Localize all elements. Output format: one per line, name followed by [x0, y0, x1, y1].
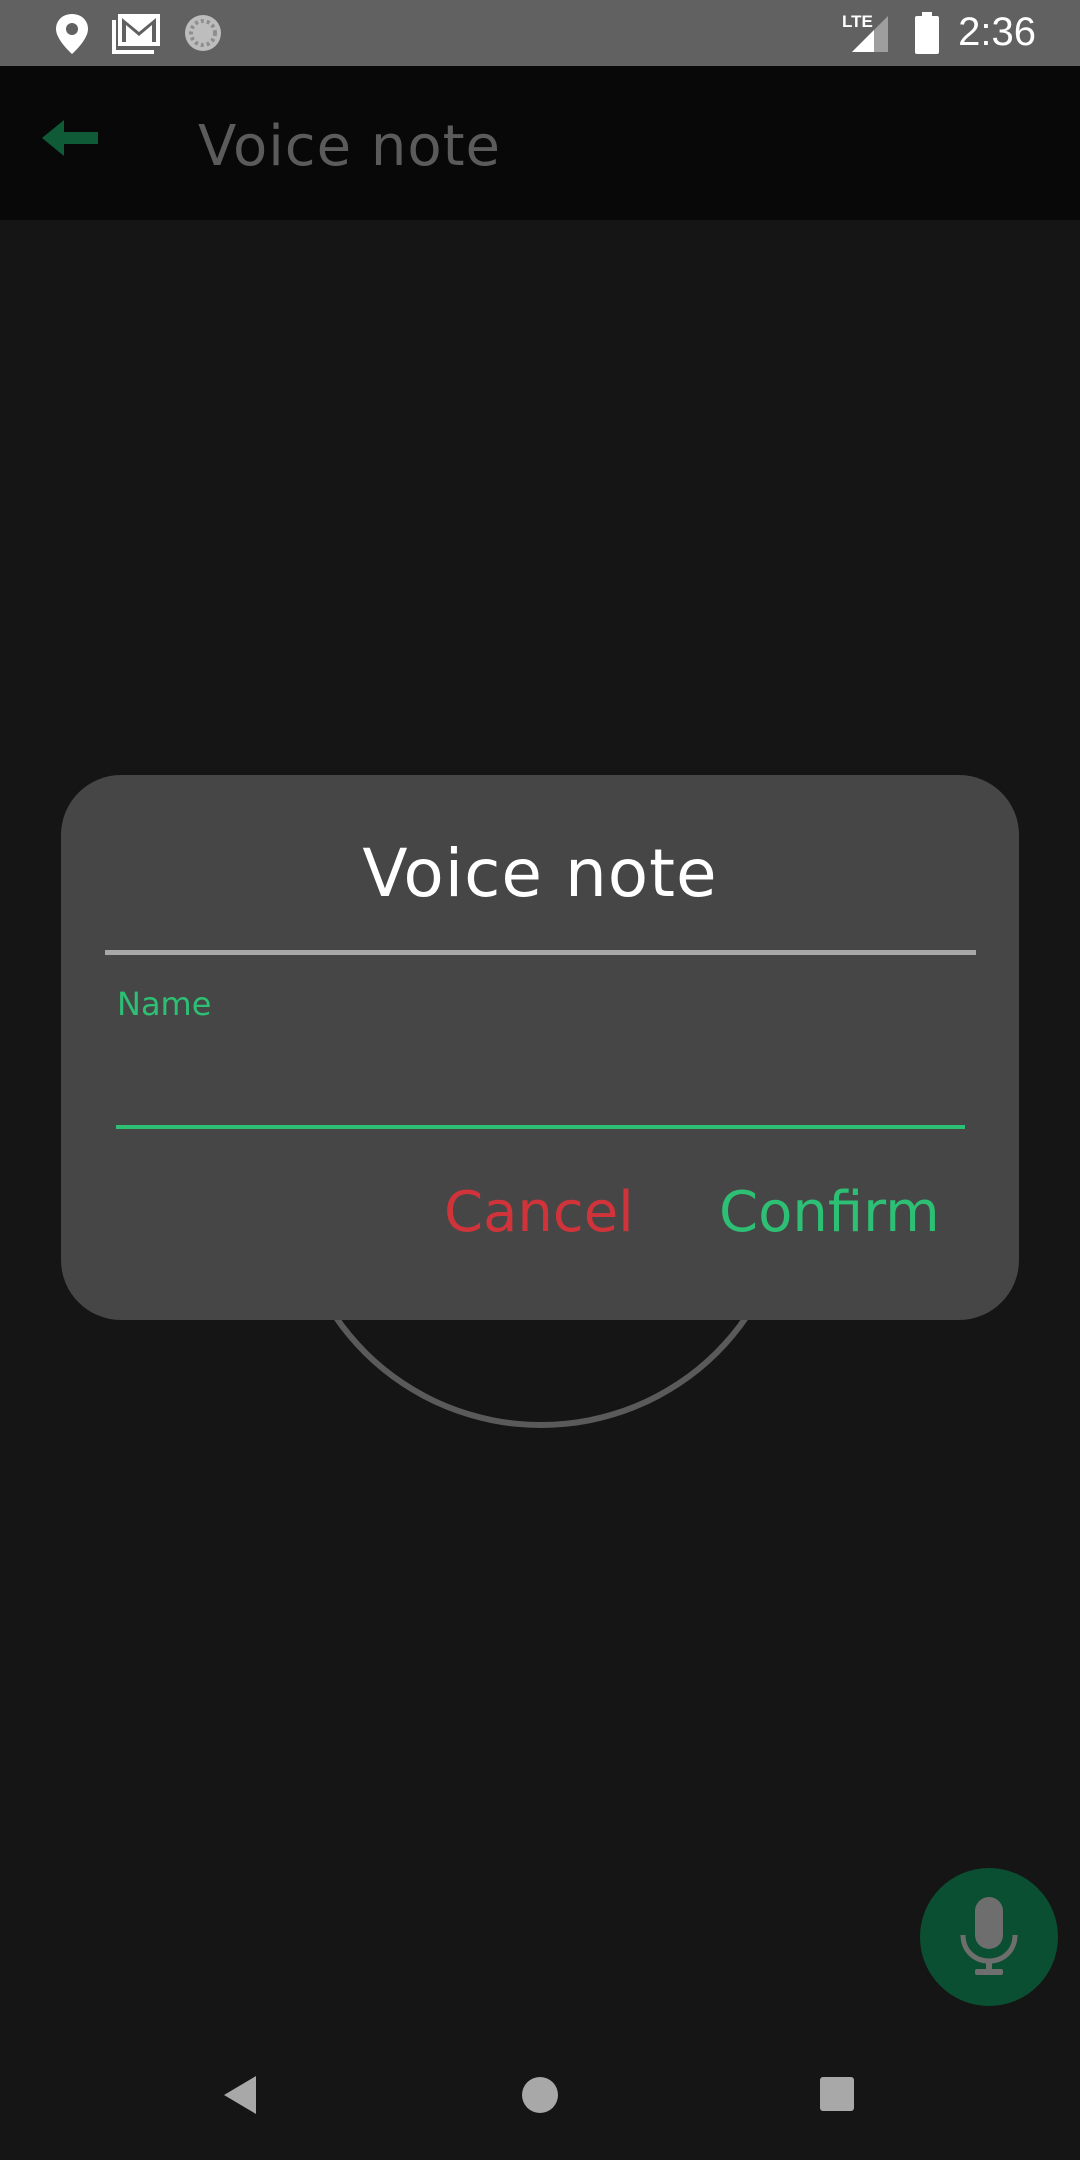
nav-home-button[interactable]	[521, 2076, 559, 2118]
gmail-icon	[112, 12, 162, 58]
home-circle-icon	[522, 2077, 558, 2113]
app-bar: Voice note	[0, 66, 1080, 220]
nav-recents-button[interactable]	[819, 2076, 855, 2116]
cancel-button[interactable]: Cancel	[444, 1180, 634, 1245]
sync-icon	[182, 12, 224, 58]
name-input-underline	[116, 1125, 965, 1129]
page-title: Voice note	[198, 114, 501, 179]
dialog-title: Voice note	[362, 835, 718, 912]
battery-icon	[914, 12, 940, 60]
navigation-bar	[0, 2020, 1080, 2160]
location-icon	[52, 12, 92, 60]
arrow-left-icon	[42, 120, 98, 156]
back-triangle-icon	[224, 2076, 256, 2114]
status-time: 2:36	[958, 10, 1036, 54]
microphone-icon	[960, 1897, 1018, 1975]
name-input[interactable]	[116, 1030, 965, 1100]
nav-back-button[interactable]	[222, 2074, 258, 2120]
recents-square-icon	[820, 2077, 854, 2111]
network-type-label: LTE	[842, 12, 873, 31]
voice-note-dialog: Voice note Name Cancel Confirm	[61, 775, 1019, 1320]
status-bar: LTE 2:36	[0, 0, 1080, 66]
name-field-label: Name	[117, 985, 212, 1023]
dialog-divider	[105, 950, 976, 955]
record-fab-button[interactable]	[920, 1868, 1058, 2006]
signal-icon: LTE	[840, 12, 892, 60]
confirm-button[interactable]: Confirm	[719, 1180, 940, 1245]
back-button[interactable]	[40, 116, 116, 172]
screen: LTE 2:36 Voice note Voice note Name Canc…	[0, 0, 1080, 2160]
